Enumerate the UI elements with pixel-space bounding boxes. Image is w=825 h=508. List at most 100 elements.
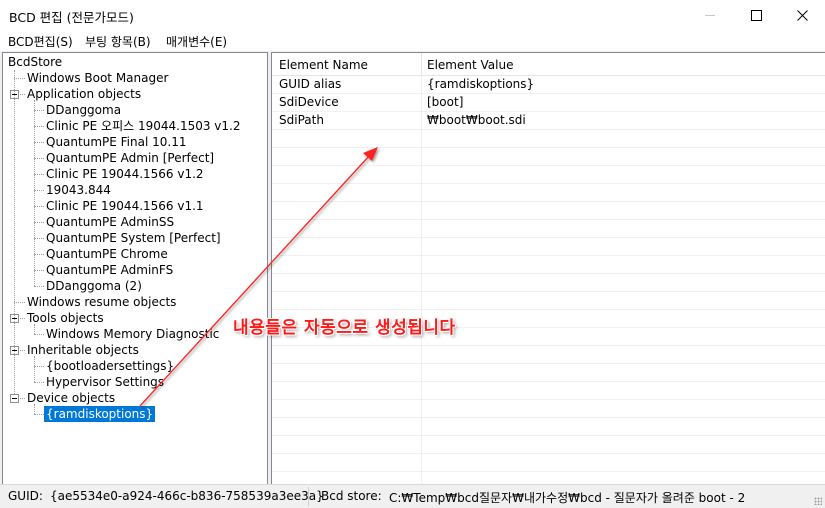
tree-connector [20, 94, 25, 95]
tree-item[interactable]: 19043.844 [46, 182, 111, 198]
element-name-cell: GUID alias [279, 77, 342, 91]
tree-connector [34, 324, 35, 334]
collapse-icon[interactable] [10, 394, 19, 403]
window-title: BCD 편집 (전문가모드) [9, 10, 134, 25]
table-row[interactable]: SdiPath ₩boot₩boot.sdi [272, 111, 825, 130]
empty-row [272, 399, 825, 418]
tree-connector [34, 110, 44, 111]
tree-item[interactable]: Windows Boot Manager [27, 70, 168, 86]
empty-row [272, 147, 825, 166]
tree-connector [34, 334, 44, 335]
annotation-text: 내용들은 자동으로 생성됩니다 [233, 318, 456, 338]
bcd-tree[interactable]: BcdStore Windows Boot Manager Application… [2, 52, 268, 485]
tree-item[interactable]: Hypervisor Settings [46, 374, 164, 390]
empty-row [272, 237, 825, 256]
tree-root[interactable]: BcdStore [8, 54, 62, 70]
tree-connector [34, 142, 44, 143]
tree-connector [14, 302, 25, 303]
element-list[interactable]: Element Name Element Value GUID alias {ra… [271, 52, 825, 485]
tree-connector [34, 382, 44, 383]
tree-item[interactable]: {ramdiskoptions} [44, 406, 156, 422]
empty-row [272, 219, 825, 238]
tree-item[interactable]: Windows resume objects [27, 294, 176, 310]
tree-item[interactable]: QuantumPE Admin [Perfect] [46, 150, 214, 166]
empty-row [272, 129, 825, 148]
resize-grip-icon[interactable] [814, 497, 822, 505]
tree-connector [34, 238, 44, 239]
close-button[interactable] [779, 0, 825, 31]
tree-item[interactable]: Clinic PE 19044.1566 v1.1 [46, 198, 204, 214]
tree-connector [34, 206, 44, 207]
empty-row [272, 291, 825, 310]
tree-item[interactable]: Device objects [27, 390, 115, 406]
tree-connector [14, 78, 25, 79]
empty-row [272, 435, 825, 454]
tree-item[interactable]: QuantumPE AdminFS [46, 262, 173, 278]
element-name-cell: SdiDevice [279, 95, 339, 109]
tree-item[interactable]: Clinic PE 19044.1566 v1.2 [46, 166, 204, 182]
status-divider [308, 487, 309, 506]
tree-connector [34, 222, 44, 223]
tree-item[interactable]: {bootloadersettings} [46, 358, 174, 374]
empty-row [272, 381, 825, 400]
menu-parameters[interactable]: 매개변수(E) [166, 33, 227, 50]
guid-label: GUID: [8, 489, 43, 503]
tree-item[interactable]: Clinic PE 오피스 19044.1503 v1.2 [46, 118, 241, 134]
empty-row [272, 417, 825, 436]
tree-item[interactable]: Tools objects [27, 310, 104, 326]
tree-connector [14, 70, 15, 394]
empty-row [272, 453, 825, 472]
tree-connector [20, 398, 25, 399]
tree-connector [34, 174, 44, 175]
tree-connector [34, 404, 35, 414]
tree-connector [34, 190, 44, 191]
tree-connector [34, 414, 44, 415]
empty-row [272, 345, 825, 364]
table-row[interactable]: SdiDevice [boot] [272, 93, 825, 112]
element-name-cell: SdiPath [279, 113, 324, 127]
tree-connector [20, 318, 25, 319]
guid-value: {ae5534e0-a924-466c-b836-758539a3ee3a} [50, 489, 324, 503]
element-value-cell: {ramdiskoptions} [427, 77, 535, 91]
column-gridline [421, 75, 422, 484]
tree-connector [34, 286, 44, 287]
column-header-name[interactable]: Element Name [279, 58, 368, 72]
tree-connector [34, 126, 44, 127]
title-bar: BCD 편집 (전문가모드) [0, 0, 825, 31]
column-divider[interactable] [421, 53, 422, 75]
empty-row [272, 471, 825, 484]
store-value: C:₩Temp₩bcd질문자₩내가수정₩bcd - 질문자가 올려준 boot … [389, 491, 746, 505]
menu-boot-items[interactable]: 부팅 항목(B) [85, 33, 151, 50]
element-value-cell: [boot] [427, 95, 464, 109]
tree-connector [34, 366, 44, 367]
maximize-icon [750, 10, 762, 21]
element-value-cell: ₩boot₩boot.sdi [427, 113, 526, 127]
tree-item[interactable]: DDanggoma (2) [46, 278, 142, 294]
column-header-value[interactable]: Element Value [427, 58, 513, 72]
tree-item[interactable]: QuantumPE Final 10.11 [46, 134, 186, 150]
maximize-button[interactable] [733, 0, 779, 31]
status-bar: GUID: {ae5534e0-a924-466c-b836-758539a3e… [0, 484, 825, 508]
tree-item[interactable]: QuantumPE AdminSS [46, 214, 174, 230]
empty-row [272, 255, 825, 274]
tree-connector [34, 270, 44, 271]
minimize-button[interactable] [687, 0, 733, 31]
menu-bcd-edit[interactable]: BCD편집(S) [8, 33, 73, 50]
table-row[interactable]: GUID alias {ramdiskoptions} [272, 75, 825, 94]
tree-connector [34, 356, 35, 382]
tree-connector [34, 100, 35, 286]
tree-item[interactable]: DDanggoma [46, 102, 121, 118]
tree-connector [20, 350, 25, 351]
empty-row [272, 201, 825, 220]
tree-item[interactable]: Application objects [27, 86, 141, 102]
tree-connector [34, 254, 44, 255]
tree-item[interactable]: Windows Memory Diagnostic [46, 326, 219, 342]
tree-item[interactable]: QuantumPE Chrome [46, 246, 168, 262]
list-header: Element Name Element Value [272, 53, 825, 76]
empty-row [272, 183, 825, 202]
tree-item[interactable]: Inheritable objects [27, 342, 139, 358]
empty-row [272, 273, 825, 292]
store-label: Bcd store: [321, 489, 382, 503]
tree-item[interactable]: QuantumPE System [Perfect] [46, 230, 221, 246]
tree-connector [34, 158, 44, 159]
